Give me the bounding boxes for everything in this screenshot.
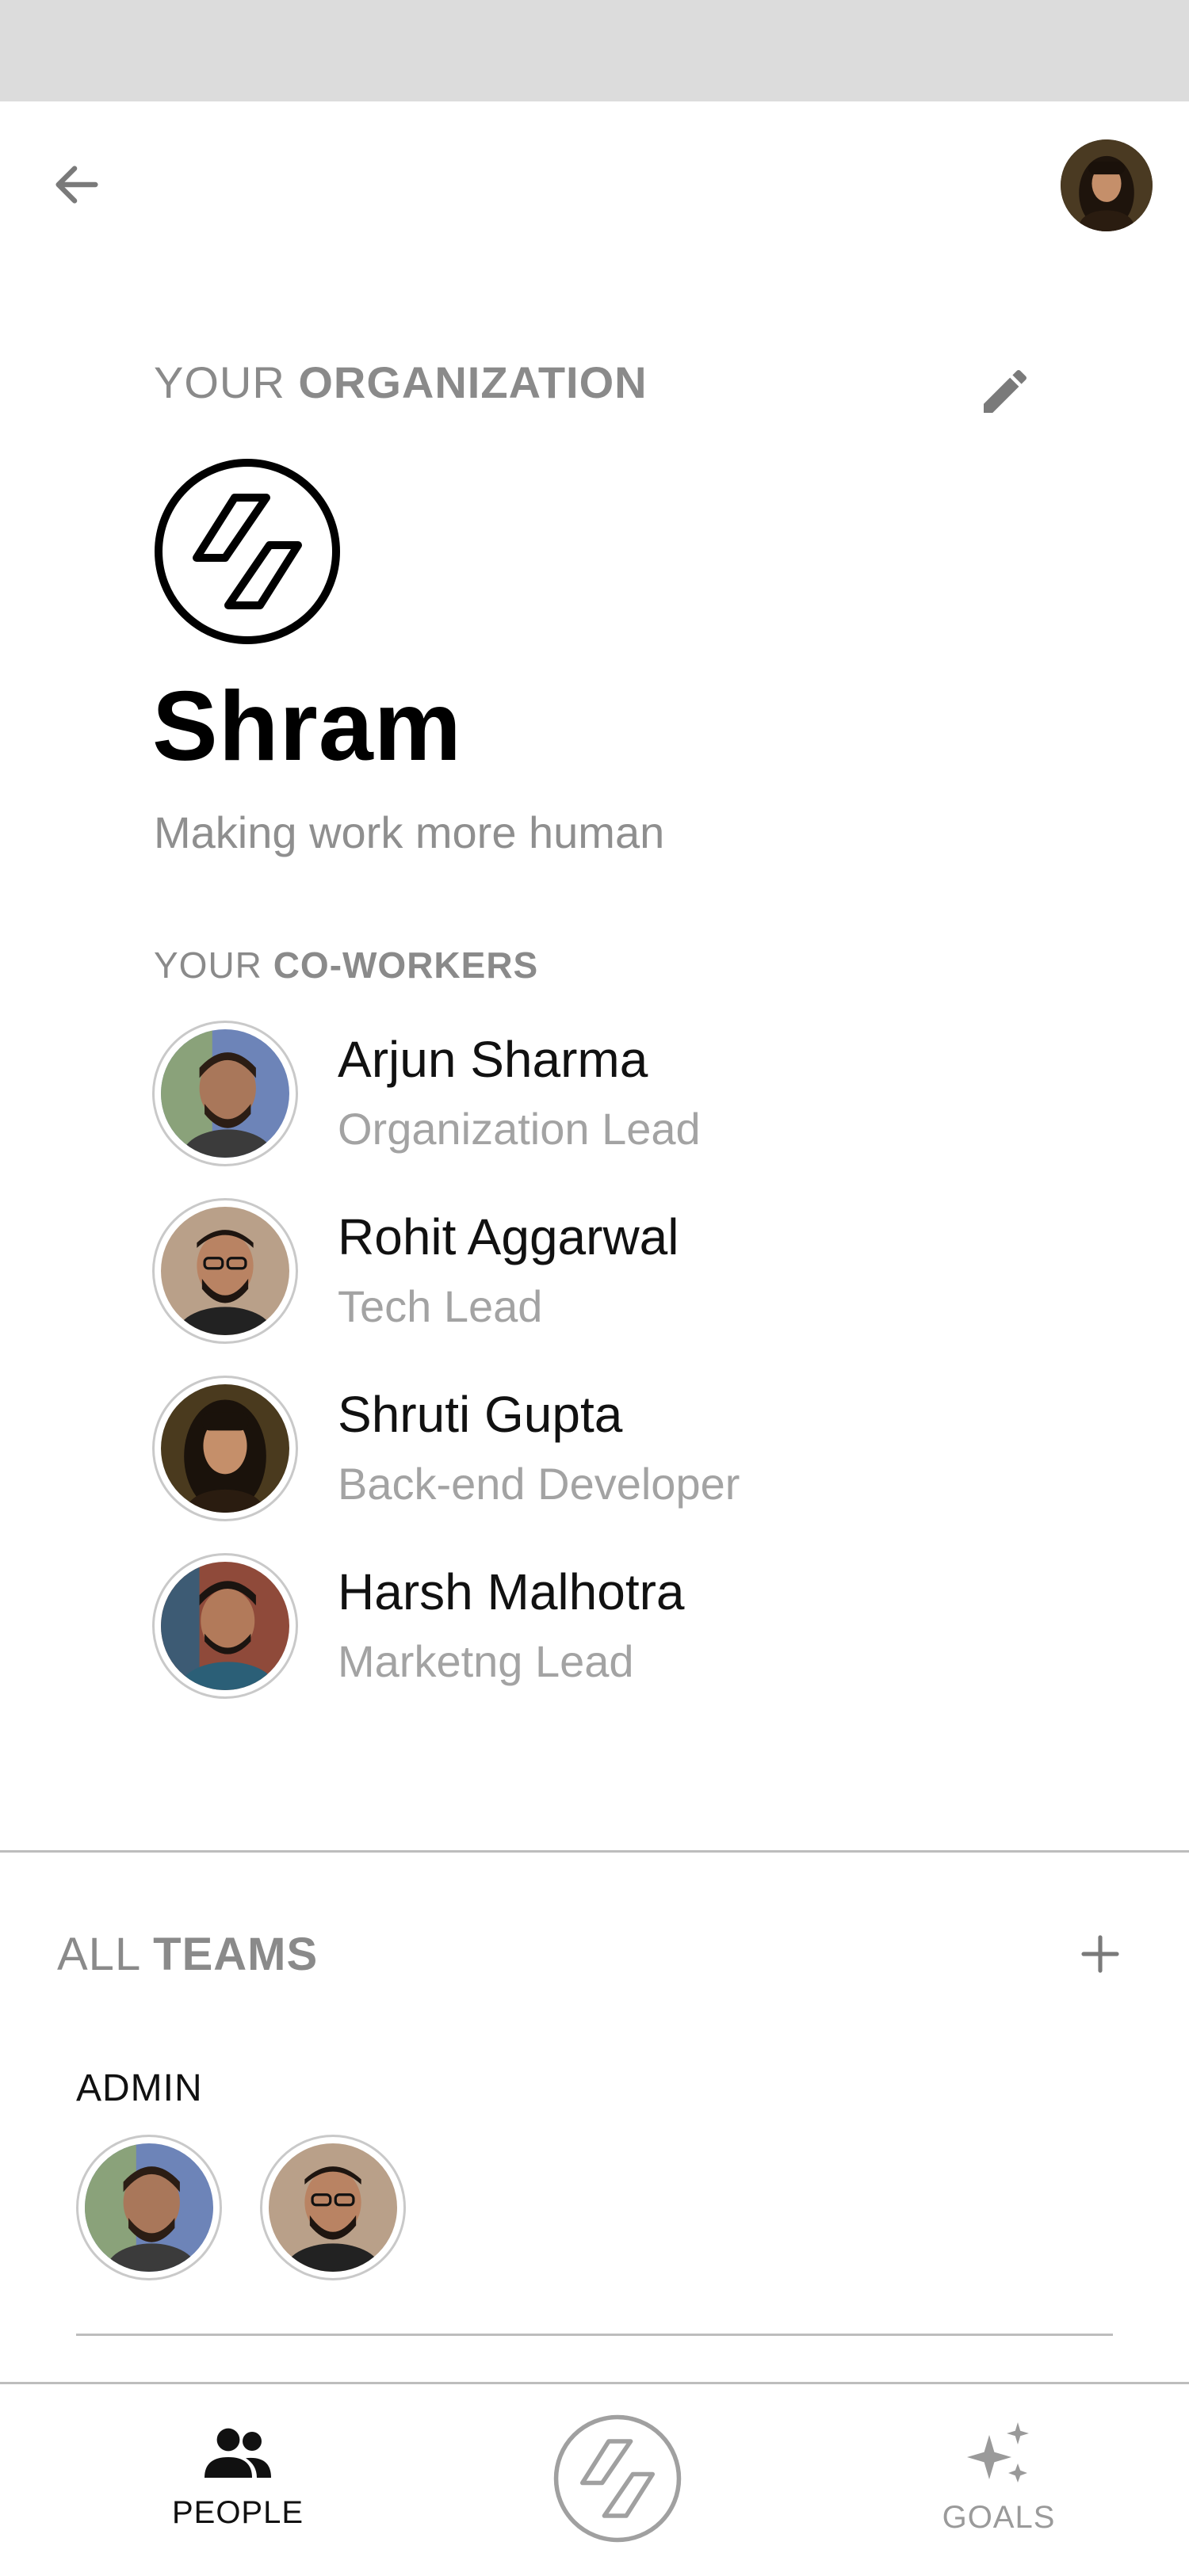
plus-icon bbox=[1081, 1935, 1119, 1973]
coworker-role: Marketng Lead bbox=[338, 1636, 634, 1686]
nav-goals[interactable]: GOALS bbox=[904, 2384, 1094, 2576]
team-member-avatar[interactable] bbox=[260, 2135, 406, 2280]
shram-logo-icon bbox=[155, 459, 340, 644]
team-member-avatar[interactable] bbox=[76, 2135, 222, 2280]
coworker-role: Organization Lead bbox=[338, 1104, 701, 1154]
sparkle-icon bbox=[967, 2422, 1029, 2483]
organization-name: Shram bbox=[152, 672, 462, 781]
nav-goals-label: GOALS bbox=[942, 2500, 1056, 2535]
nav-home-logo-button[interactable] bbox=[552, 2413, 683, 2544]
avatar bbox=[152, 1198, 298, 1344]
back-button[interactable] bbox=[41, 149, 113, 220]
bottom-navigation: PEOPLE GOALS bbox=[0, 2382, 1189, 2574]
avatar bbox=[152, 1553, 298, 1699]
top-bar bbox=[0, 101, 1189, 268]
profile-avatar[interactable] bbox=[1061, 139, 1153, 231]
people-icon bbox=[205, 2428, 271, 2478]
app-screen: YOUR ORGANIZATION Shram Making work more… bbox=[0, 101, 1189, 2574]
coworker-name: Harsh Malhotra bbox=[338, 1563, 685, 1620]
coworker-item[interactable]: Rohit Aggarwal Tech Lead bbox=[152, 1198, 1024, 1349]
coworker-name: Rohit Aggarwal bbox=[338, 1208, 679, 1265]
shram-logo-icon bbox=[553, 2414, 682, 2543]
status-bar bbox=[0, 0, 1189, 101]
avatar bbox=[152, 1021, 298, 1166]
add-team-button[interactable] bbox=[1062, 1916, 1138, 1992]
organization-logo bbox=[152, 456, 342, 647]
coworkers-section-label: YOUR CO-WORKERS bbox=[154, 945, 539, 986]
back-arrow-icon bbox=[55, 166, 98, 204]
edit-organization-button[interactable] bbox=[967, 353, 1043, 429]
team-name[interactable]: ADMIN bbox=[76, 2067, 203, 2110]
coworker-name: Arjun Sharma bbox=[338, 1031, 648, 1088]
nav-people[interactable]: PEOPLE bbox=[143, 2384, 333, 2576]
coworker-item[interactable]: Arjun Sharma Organization Lead bbox=[152, 1021, 1024, 1171]
coworker-item[interactable]: Harsh Malhotra Marketng Lead bbox=[152, 1553, 1024, 1704]
team-divider bbox=[76, 2334, 1113, 2336]
organization-tagline: Making work more human bbox=[154, 807, 665, 857]
coworker-name: Shruti Gupta bbox=[338, 1386, 623, 1443]
nav-people-label: PEOPLE bbox=[171, 2495, 304, 2530]
coworker-item[interactable]: Shruti Gupta Back-end Developer bbox=[152, 1376, 1024, 1526]
section-divider bbox=[0, 1850, 1189, 1853]
coworker-role: Back-end Developer bbox=[338, 1459, 740, 1509]
avatar bbox=[152, 1376, 298, 1521]
edit-pencil-icon bbox=[984, 369, 1027, 413]
coworker-role: Tech Lead bbox=[338, 1281, 543, 1331]
teams-section-label: ALL TEAMS bbox=[57, 1929, 319, 1980]
organization-section-label: YOUR ORGANIZATION bbox=[154, 357, 648, 407]
